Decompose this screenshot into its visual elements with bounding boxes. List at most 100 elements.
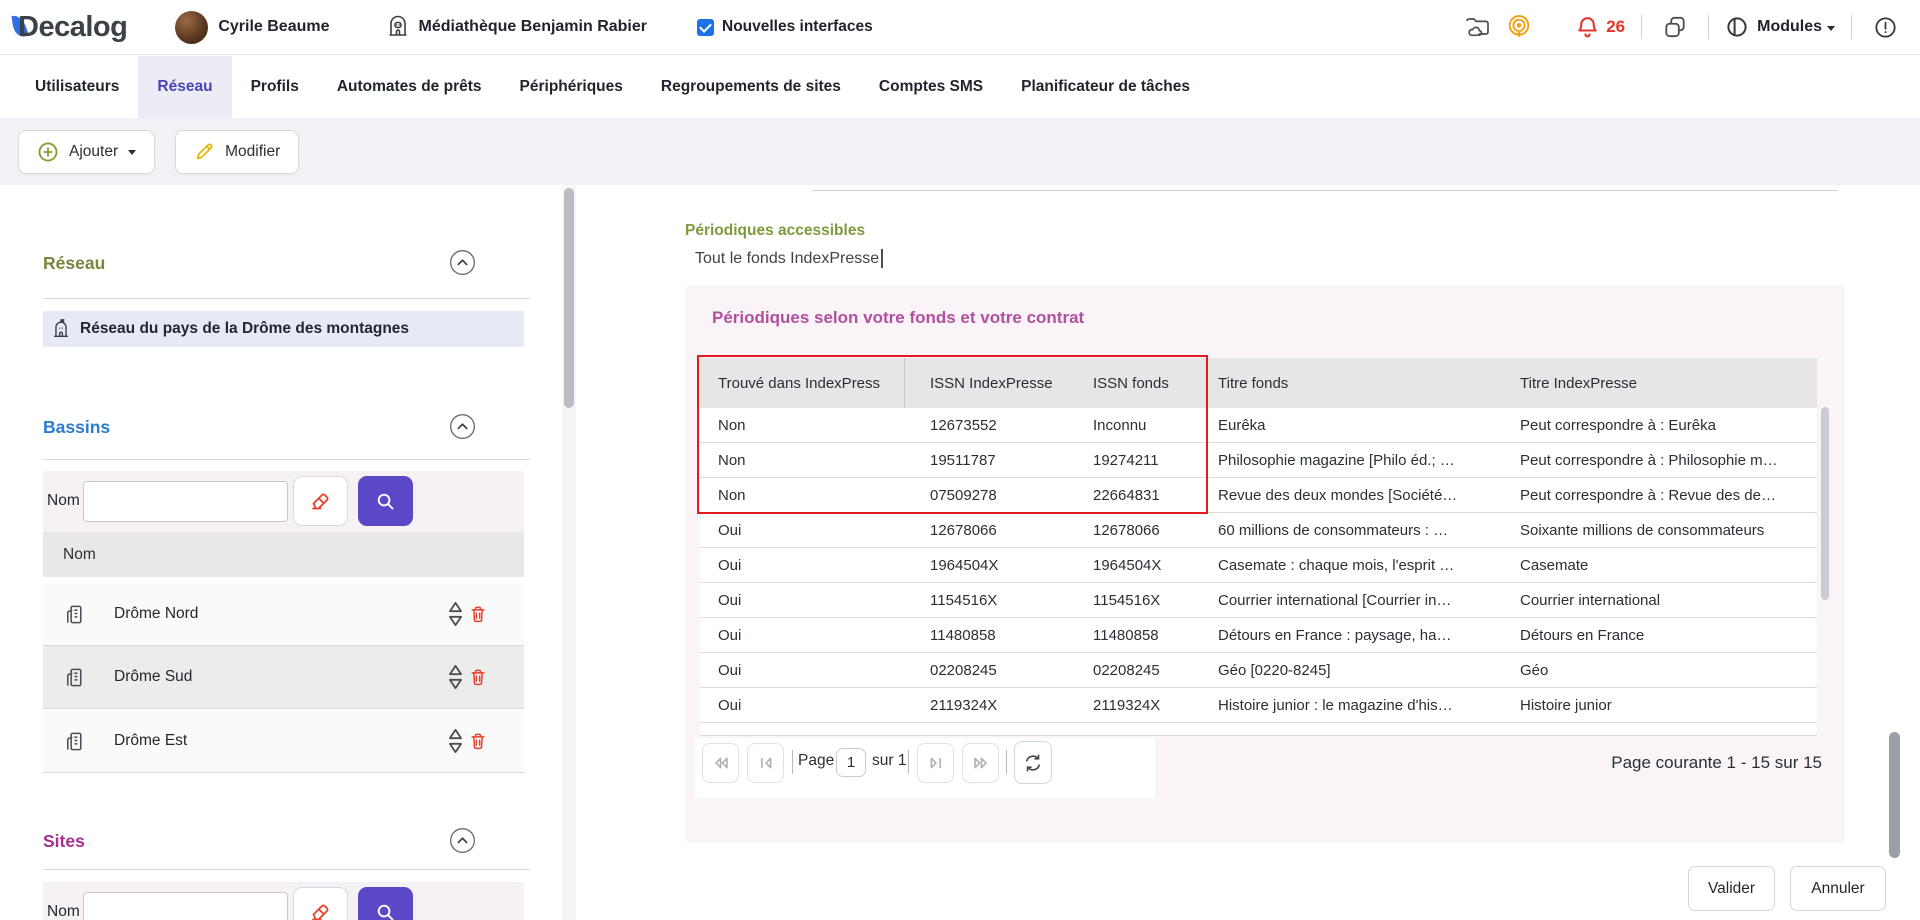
copy-layers-icon[interactable]: [1658, 10, 1692, 44]
tab-planificateur[interactable]: Planificateur de tâches: [1002, 56, 1209, 118]
tab-peripheriques[interactable]: Périphériques: [501, 56, 642, 118]
collapse-bassins-button[interactable]: [449, 413, 476, 440]
plus-circle-icon: [37, 141, 59, 163]
user-name: Cyrile Beaume: [218, 18, 329, 36]
bassins-clear-button[interactable]: [293, 476, 348, 526]
move-down-icon[interactable]: [448, 615, 463, 627]
cell-issn-fonds: Inconnu: [1072, 417, 1205, 434]
table-row[interactable]: Non 19511787 19274211 Philosophie magazi…: [700, 443, 1817, 478]
add-button[interactable]: Ajouter: [18, 130, 155, 174]
collapse-sites-button[interactable]: [449, 827, 476, 854]
table-row[interactable]: Oui 2119324X 2119324X Histoire junior : …: [700, 688, 1817, 723]
reorder-controls: [448, 601, 463, 627]
cell-found: Non: [700, 417, 905, 434]
table-row[interactable]: Oui 1964504X 1964504X Casemate : chaque …: [700, 548, 1817, 583]
table-row[interactable]: Non 07509278 22664831 Revue des deux mon…: [700, 478, 1817, 513]
separator: [1708, 15, 1709, 39]
library-icon: [386, 15, 410, 39]
cell-found: Oui: [700, 627, 905, 644]
eraser-icon: [309, 489, 333, 513]
main-navigation: Utilisateurs Réseau Profils Automates de…: [0, 56, 1920, 118]
cancel-button[interactable]: Annuler: [1790, 866, 1886, 911]
checkbox-checked-icon[interactable]: [697, 19, 714, 36]
accessible-periodicals-input[interactable]: Tout le fonds IndexPresse: [695, 249, 883, 268]
cell-titre-indexpresse: Courrier international: [1505, 592, 1817, 609]
bassin-row-drome-est[interactable]: Drôme Est: [43, 710, 524, 773]
building-icon: [63, 603, 86, 626]
cell-issn-indexpresse: 1154516X: [905, 592, 1072, 609]
first-page-button[interactable]: [702, 743, 739, 783]
divider: [812, 190, 1838, 191]
divider: [43, 459, 530, 460]
bassin-row-drome-sud[interactable]: Drôme Sud: [43, 646, 524, 709]
next-page-button[interactable]: [917, 743, 954, 783]
table-row[interactable]: Oui 11480858 11480858 Détours en France …: [700, 618, 1817, 653]
validate-button[interactable]: Valider: [1688, 866, 1775, 911]
bassin-row-drome-nord[interactable]: Drôme Nord: [43, 583, 524, 646]
cell-issn-fonds: 1154516X: [1072, 592, 1205, 609]
new-interfaces-toggle[interactable]: Nouvelles interfaces: [697, 18, 873, 36]
table-scrollbar-thumb[interactable]: [1821, 407, 1829, 600]
periodicals-panel-title: Périodiques selon votre fonds et votre c…: [712, 308, 1084, 328]
bassins-name-input[interactable]: [83, 481, 288, 522]
tab-regroupements[interactable]: Regroupements de sites: [642, 56, 860, 118]
reorder-controls: [448, 664, 463, 690]
bassins-search-button[interactable]: [358, 476, 413, 526]
tab-reseau[interactable]: Réseau: [138, 56, 231, 118]
move-up-icon[interactable]: [448, 601, 463, 613]
user-avatar[interactable]: [175, 11, 208, 44]
header-issn-fonds: ISSN fonds: [1072, 375, 1205, 392]
move-up-icon[interactable]: [448, 664, 463, 676]
refresh-button[interactable]: [1014, 741, 1052, 784]
cell-issn-fonds: 22664831: [1072, 487, 1205, 504]
network-item[interactable]: Réseau du pays de la Drôme des montagnes: [43, 311, 524, 347]
sites-name-input[interactable]: [83, 892, 288, 920]
header-titre-indexpresse: Titre IndexPresse: [1505, 375, 1817, 392]
info-icon[interactable]: [1868, 10, 1902, 44]
table-row[interactable]: Oui 12678066 12678066 60 millions de con…: [700, 513, 1817, 548]
bassins-column-header-label: Nom: [63, 546, 96, 564]
cell-titre-fonds: Détours en France : paysage, ha…: [1205, 627, 1505, 644]
page-scrollbar-thumb[interactable]: [1889, 732, 1900, 858]
previous-page-button[interactable]: [747, 743, 784, 783]
library-name[interactable]: Médiathèque Benjamin Rabier: [419, 18, 648, 36]
pencil-icon: [194, 141, 215, 162]
building-icon: [63, 666, 86, 689]
modules-dropdown[interactable]: Modules: [1725, 15, 1835, 39]
notifications-bell-icon[interactable]: [1570, 10, 1604, 44]
move-up-icon[interactable]: [448, 728, 463, 740]
sidebar-scrollbar-thumb[interactable]: [564, 188, 574, 408]
tab-profils[interactable]: Profils: [232, 56, 318, 118]
move-down-icon[interactable]: [448, 678, 463, 690]
sites-clear-button[interactable]: [293, 887, 348, 920]
tab-utilisateurs[interactable]: Utilisateurs: [16, 56, 138, 118]
tab-comptes-sms[interactable]: Comptes SMS: [860, 56, 1002, 118]
separator: [1006, 750, 1007, 774]
tab-automates[interactable]: Automates de prêts: [318, 56, 501, 118]
cell-issn-indexpresse: 12673552: [905, 417, 1072, 434]
divider: [43, 869, 530, 870]
clipped-table-row: [700, 723, 1817, 736]
cell-titre-indexpresse: Peut correspondre à : Revue des de…: [1505, 487, 1817, 504]
last-page-button[interactable]: [962, 743, 999, 783]
cell-titre-fonds: Eurêka: [1205, 417, 1505, 434]
text-cursor: [881, 249, 883, 268]
page-of-label: sur 1: [872, 752, 906, 770]
table-row[interactable]: Oui 02208245 02208245 Géo [0220-8245] Gé…: [700, 653, 1817, 688]
collapse-reseau-button[interactable]: [449, 249, 476, 276]
broadcast-icon[interactable]: [1502, 10, 1536, 44]
modify-button[interactable]: Modifier: [175, 130, 299, 174]
sites-search-button[interactable]: [358, 887, 413, 920]
table-row[interactable]: Oui 1154516X 1154516X Courrier internati…: [700, 583, 1817, 618]
accessible-periodicals-value: Tout le fonds IndexPresse: [695, 250, 879, 268]
page-number-input[interactable]: [836, 748, 866, 777]
table-row[interactable]: Non 12673552 Inconnu Eurêka Peut corresp…: [700, 408, 1817, 443]
folder-sync-icon[interactable]: [1460, 10, 1494, 44]
delete-icon[interactable]: [468, 603, 488, 625]
delete-icon[interactable]: [468, 730, 488, 752]
move-down-icon[interactable]: [448, 742, 463, 754]
cell-titre-indexpresse: Histoire junior: [1505, 697, 1817, 714]
cell-found: Non: [700, 487, 905, 504]
delete-icon[interactable]: [468, 666, 488, 688]
cell-issn-fonds: 11480858: [1072, 627, 1205, 644]
